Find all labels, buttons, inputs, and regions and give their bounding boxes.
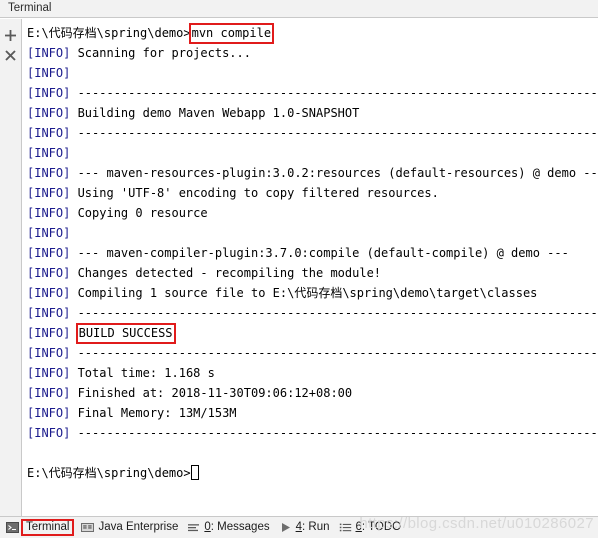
terminal-line-active-prompt[interactable]: E:\代码存档\spring\demo> (27, 463, 598, 483)
log-level-tag: [INFO] (27, 246, 71, 260)
status-tab-java-enterprise[interactable]: Java Enterprise (78, 518, 184, 538)
terminal-line: [INFO] Finished at: 2018-11-30T09:06:12+… (27, 383, 598, 403)
terminal-line: [INFO] ---------------------------------… (27, 303, 598, 323)
log-level-tag: [INFO] (27, 266, 71, 280)
messages-icon (187, 521, 200, 534)
terminal-title-bar: Terminal (0, 0, 598, 18)
status-tab-text: : TODO (361, 520, 402, 533)
terminal-icon (6, 521, 19, 534)
log-level-tag: [INFO] (27, 106, 71, 120)
log-level-tag: [INFO] (27, 66, 71, 80)
java-enterprise-icon (81, 521, 95, 534)
log-message: Building demo Maven Webapp 1.0-SNAPSHOT (70, 106, 360, 120)
log-message: ----------------------------------------… (70, 86, 598, 100)
log-message: Copying 0 resource (70, 206, 208, 220)
terminal-line: [INFO] --- maven-compiler-plugin:3.7.0:c… (27, 243, 598, 263)
status-tab-label: 6: TODO (356, 520, 402, 534)
close-session-button[interactable] (2, 45, 20, 65)
status-tab-messages[interactable]: 0: Messages (184, 518, 275, 538)
log-level-tag: [INFO] (27, 206, 71, 220)
log-message: Finished at: 2018-11-30T09:06:12+08:00 (70, 386, 353, 400)
terminal-line: [INFO] Using 'UTF-8' encoding to copy fi… (27, 183, 598, 203)
page-title: Terminal (8, 1, 52, 14)
log-message: ----------------------------------------… (70, 306, 598, 320)
status-tab-label: 0: Messages (204, 520, 270, 534)
status-tab-label: 4: Run (296, 520, 330, 534)
terminal-line: [INFO] ---------------------------------… (27, 123, 598, 143)
log-message: Scanning for projects... (70, 46, 251, 60)
log-level-tag: [INFO] (27, 126, 71, 140)
terminal-prompt-path: E:\代码存档\spring\demo> (27, 466, 191, 480)
log-message: ----------------------------------------… (70, 126, 598, 140)
status-tab-label: Terminal (20, 518, 75, 537)
status-tab-todo[interactable]: 6: TODO (336, 518, 408, 538)
terminal-line: [INFO] ---------------------------------… (27, 423, 598, 443)
terminal-side-toolbar (0, 19, 22, 516)
status-tab-text: : Messages (210, 520, 270, 533)
log-message: --- maven-compiler-plugin:3.7.0:compile … (70, 246, 569, 260)
log-message: Compiling 1 source file to E:\代码存档\sprin… (70, 286, 538, 300)
log-message: ----------------------------------------… (70, 346, 598, 360)
tool-window-status-bar: Terminal Java Enterprise 0: Messages 4: … (0, 516, 598, 538)
terminal-line-build-status: [INFO] BUILD SUCCESS (27, 323, 598, 344)
terminal-prompt-path: E:\代码存档\spring\demo> (27, 26, 191, 40)
terminal-body: E:\代码存档\spring\demo>mvn compile [INFO] S… (0, 19, 598, 516)
terminal-line: [INFO] Final Memory: 13M/153M (27, 403, 598, 423)
log-level-tag: [INFO] (27, 306, 71, 320)
log-level-tag: [INFO] (27, 346, 71, 360)
log-level-tag: [INFO] (27, 406, 71, 420)
run-icon (279, 521, 292, 534)
terminal-line: E:\代码存档\spring\demo>mvn compile (27, 23, 598, 44)
close-icon (4, 49, 17, 62)
terminal-line: [INFO] Building demo Maven Webapp 1.0-SN… (27, 103, 598, 123)
terminal-line: [INFO] (27, 223, 598, 243)
terminal-output[interactable]: E:\代码存档\spring\demo>mvn compile [INFO] S… (22, 19, 598, 516)
terminal-line: [INFO] Changes detected - recompiling th… (27, 263, 598, 283)
new-session-button[interactable] (2, 25, 20, 45)
build-success-badge: BUILD SUCCESS (75, 323, 176, 344)
terminal-line: [INFO] Copying 0 resource (27, 203, 598, 223)
log-message: --- maven-resources-plugin:3.0.2:resourc… (70, 166, 598, 180)
todo-icon (339, 521, 352, 534)
status-tab-label: Java Enterprise (98, 520, 179, 533)
log-level-tag: [INFO] (27, 46, 71, 60)
log-level-tag: [INFO] (27, 166, 71, 180)
status-tab-terminal[interactable]: Terminal (3, 518, 78, 538)
highlighted-command: mvn compile (188, 23, 275, 44)
terminal-line: [INFO] --- maven-resources-plugin:3.0.2:… (27, 163, 598, 183)
log-message: Changes detected - recompiling the modul… (70, 266, 382, 280)
log-level-tag: [INFO] (27, 286, 71, 300)
log-message: Using 'UTF-8' encoding to copy filtered … (70, 186, 439, 200)
log-level-tag: [INFO] (27, 146, 71, 160)
log-level-tag: [INFO] (27, 226, 71, 240)
log-message: ----------------------------------------… (70, 426, 598, 440)
terminal-line: [INFO] Scanning for projects... (27, 43, 598, 63)
plus-icon (4, 29, 17, 42)
log-level-tag: [INFO] (27, 426, 71, 440)
log-level-tag: [INFO] (27, 326, 71, 340)
text-cursor (190, 465, 199, 480)
terminal-line: [INFO] Compiling 1 source file to E:\代码存… (27, 283, 598, 303)
log-level-tag: [INFO] (27, 186, 71, 200)
log-message: Final Memory: 13M/153M (70, 406, 237, 420)
terminal-line: [INFO] ---------------------------------… (27, 343, 598, 363)
status-tab-text: : Run (302, 520, 330, 533)
terminal-line: [INFO] (27, 143, 598, 163)
terminal-line: [INFO] Total time: 1.168 s (27, 363, 598, 383)
log-level-tag: [INFO] (27, 366, 71, 380)
log-level-tag: [INFO] (27, 86, 71, 100)
log-level-tag: [INFO] (27, 386, 71, 400)
status-tab-run[interactable]: 4: Run (276, 518, 336, 538)
log-message: Total time: 1.168 s (70, 366, 215, 380)
terminal-line: [INFO] (27, 63, 598, 83)
terminal-line: [INFO] ---------------------------------… (27, 83, 598, 103)
